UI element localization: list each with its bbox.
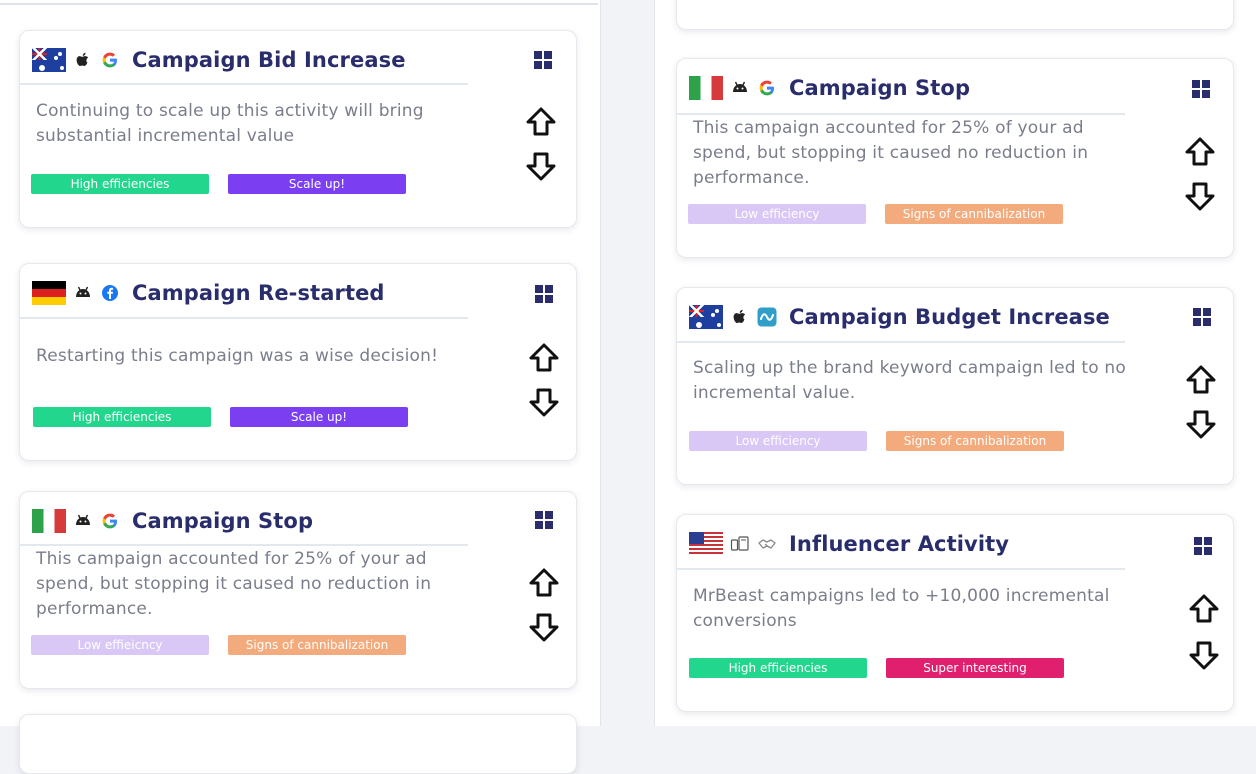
insight-card-partial-bottom <box>19 714 577 774</box>
handshake-icon <box>758 539 776 549</box>
card-title: Campaign Bid Increase <box>132 48 406 72</box>
insight-card: Campaign Stop This campaign accounted fo… <box>676 58 1234 258</box>
insight-card: Influencer Activity MrBeast campaigns le… <box>676 514 1234 712</box>
insight-card-partial-top <box>676 0 1234 30</box>
tag-scale-up: Scale up! <box>228 174 406 194</box>
dashboard-grid-icon[interactable] <box>533 50 553 70</box>
card-divider <box>20 317 468 319</box>
dashboard-grid-icon[interactable] <box>1191 79 1211 99</box>
tag-low-efficiency: Low effieicncy <box>31 635 209 655</box>
card-title: Campaign Stop <box>132 509 314 533</box>
insight-card: Campaign Bid Increase Continuing to scal… <box>19 30 577 228</box>
insight-card: Campaign Re-started Restarting this camp… <box>19 263 577 461</box>
android-icon <box>76 286 90 297</box>
tag-super-interesting: Super interesting <box>886 658 1064 678</box>
thumbs-down-arrow-icon[interactable] <box>1184 407 1218 441</box>
tag-signs-of-cannibalization: Signs of cannibalization <box>885 204 1063 224</box>
dashboard-grid-icon[interactable] <box>534 284 554 304</box>
australia-flag-icon <box>689 305 723 329</box>
usa-flag-icon <box>689 532 723 556</box>
analytics-app-icon <box>757 307 777 327</box>
australia-flag-icon <box>32 48 66 72</box>
card-description: Restarting this campaign was a wise deci… <box>36 346 439 366</box>
card-title: Influencer Activity <box>789 532 1010 556</box>
card-header: Campaign Stop <box>689 71 970 105</box>
card-header: Campaign Re-started <box>32 276 385 310</box>
top-divider <box>0 3 598 5</box>
google-icon <box>102 513 117 529</box>
italy-flag-icon <box>689 76 723 100</box>
card-description: This campaign accounted for 25% of your … <box>693 118 1089 188</box>
thumbs-up-arrow-icon[interactable] <box>527 341 561 375</box>
card-header: Influencer Activity <box>689 527 1009 561</box>
google-icon <box>102 52 117 68</box>
thumbs-up-arrow-icon[interactable] <box>1187 592 1221 626</box>
tag-scale-up: Scale up! <box>230 407 408 427</box>
card-header: Campaign Bid Increase <box>32 43 406 77</box>
card-divider <box>677 113 1125 115</box>
card-divider <box>20 83 468 85</box>
tag-signs-of-cannibalization: Signs of cannibalization <box>886 431 1064 451</box>
card-description: This campaign accounted for 25% of your … <box>36 549 432 619</box>
thumbs-down-arrow-icon[interactable] <box>524 149 558 183</box>
thumbs-up-arrow-icon[interactable] <box>1184 363 1218 397</box>
tag-low-efficiency: Low efficiency <box>688 204 866 224</box>
card-description: MrBeast campaigns led to +10,000 increme… <box>693 586 1110 631</box>
thumbs-down-arrow-icon[interactable] <box>527 385 561 419</box>
thumbs-up-arrow-icon[interactable] <box>524 105 558 139</box>
insight-card: Campaign Stop This campaign accounted fo… <box>19 491 577 689</box>
insight-card: Campaign Budget Increase Scaling up the … <box>676 287 1234 485</box>
dashboard-grid-icon[interactable] <box>1192 307 1212 327</box>
dashboard-grid-icon[interactable] <box>534 510 554 530</box>
google-icon <box>759 80 774 96</box>
card-title: Campaign Budget Increase <box>789 305 1110 329</box>
apple-icon <box>76 52 89 67</box>
italy-flag-icon <box>32 509 66 533</box>
card-title: Campaign Re-started <box>132 281 385 305</box>
germany-flag-icon <box>32 281 66 305</box>
dashboard-grid-icon[interactable] <box>1193 536 1213 556</box>
devices-icon <box>730 536 749 551</box>
thumbs-down-arrow-icon[interactable] <box>1183 179 1217 213</box>
thumbs-down-arrow-icon[interactable] <box>1187 638 1221 672</box>
apple-icon <box>733 309 746 324</box>
tag-high-efficiencies: High efficiencies <box>689 658 867 678</box>
tag-high-efficiencies: High efficiencies <box>31 174 209 194</box>
tag-signs-of-cannibalization: Signs of cannibalization <box>228 635 406 655</box>
card-header: Campaign Stop <box>32 504 313 538</box>
facebook-icon <box>102 285 118 301</box>
thumbs-up-arrow-icon[interactable] <box>1183 135 1217 169</box>
thumbs-down-arrow-icon[interactable] <box>527 610 561 644</box>
tag-high-efficiencies: High efficiencies <box>33 407 211 427</box>
card-title: Campaign Stop <box>789 76 971 100</box>
card-divider <box>677 341 1125 343</box>
card-description: Continuing to scale up this activity wil… <box>36 101 424 146</box>
card-divider <box>20 544 468 546</box>
thumbs-up-arrow-icon[interactable] <box>527 566 561 600</box>
android-icon <box>76 514 90 525</box>
card-divider <box>677 568 1125 570</box>
card-description: Scaling up the brand keyword campaign le… <box>693 358 1127 403</box>
card-header: Campaign Budget Increase <box>689 300 1110 334</box>
android-icon <box>733 81 747 92</box>
tag-low-efficiency: Low efficiency <box>689 431 867 451</box>
